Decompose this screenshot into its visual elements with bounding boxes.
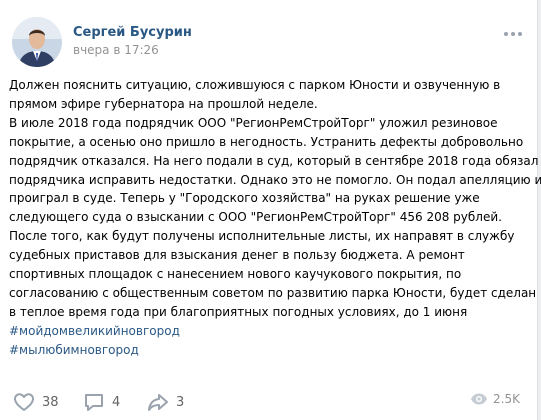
share-button[interactable]: 3: [146, 390, 184, 414]
post-text-line: покрытие, а осенью оно пришло в негоднос…: [9, 134, 524, 149]
post-text-line: подрядчика исправить недостатки. Однако …: [9, 172, 541, 187]
share-icon: [148, 394, 168, 411]
post-text-line: следующего суда о взыскании с ООО "Регио…: [9, 210, 502, 225]
comment-count: 4: [112, 394, 121, 410]
avatar[interactable]: [12, 17, 62, 67]
views-counter: 2.5K: [470, 392, 520, 406]
post-text-line: прямом эфире губернатора на прошлой неде…: [9, 96, 318, 111]
like-count: 38: [42, 394, 59, 410]
post-text-line: согласованию с общественным советом по р…: [9, 285, 537, 300]
comment-button[interactable]: 4: [82, 390, 120, 414]
post-text-line: проиграл в суде. Теперь у "Городского хо…: [9, 191, 480, 206]
comment-icon: [85, 394, 103, 411]
post-text-line: в теплое время года при благоприятных по…: [9, 304, 468, 319]
post-text-line: В июле 2018 года подрядчик ООО "РегионРе…: [9, 115, 498, 130]
author-name[interactable]: Сергей Бусурин: [73, 25, 192, 40]
post-actions: 38 4 3 2.5K: [0, 376, 538, 420]
hashtag-link[interactable]: #мойдомвеликийновгород: [9, 322, 525, 341]
post-text-line: После того, как будут получены исполните…: [9, 229, 515, 244]
post-timestamp[interactable]: вчера в 17:26: [73, 43, 159, 57]
post-text-line: спортивных площадок с нанесением нового …: [9, 267, 462, 282]
more-horizontal-icon: [504, 32, 522, 36]
more-options-button[interactable]: [500, 24, 526, 44]
post-card: Сергей Бусурин вчера в 17:26 Должен пояс…: [0, 0, 541, 420]
hashtag-link[interactable]: #мылюбимновгород: [9, 341, 525, 360]
heart-icon: [14, 393, 34, 411]
post-text-line: Должен пояснить ситуацию, сложившуюся с …: [9, 78, 501, 92]
post-text: Должен пояснить ситуацию, сложившуюся с …: [9, 76, 541, 360]
share-count: 3: [176, 394, 185, 410]
post-text-line: подрядчик отказался. На него подали в су…: [9, 153, 539, 168]
post-text-line: судебных приставов для взыскания денег в…: [9, 248, 465, 263]
views-count: 2.5K: [493, 392, 520, 406]
eye-icon: [471, 393, 487, 405]
like-button[interactable]: 38: [12, 390, 59, 414]
